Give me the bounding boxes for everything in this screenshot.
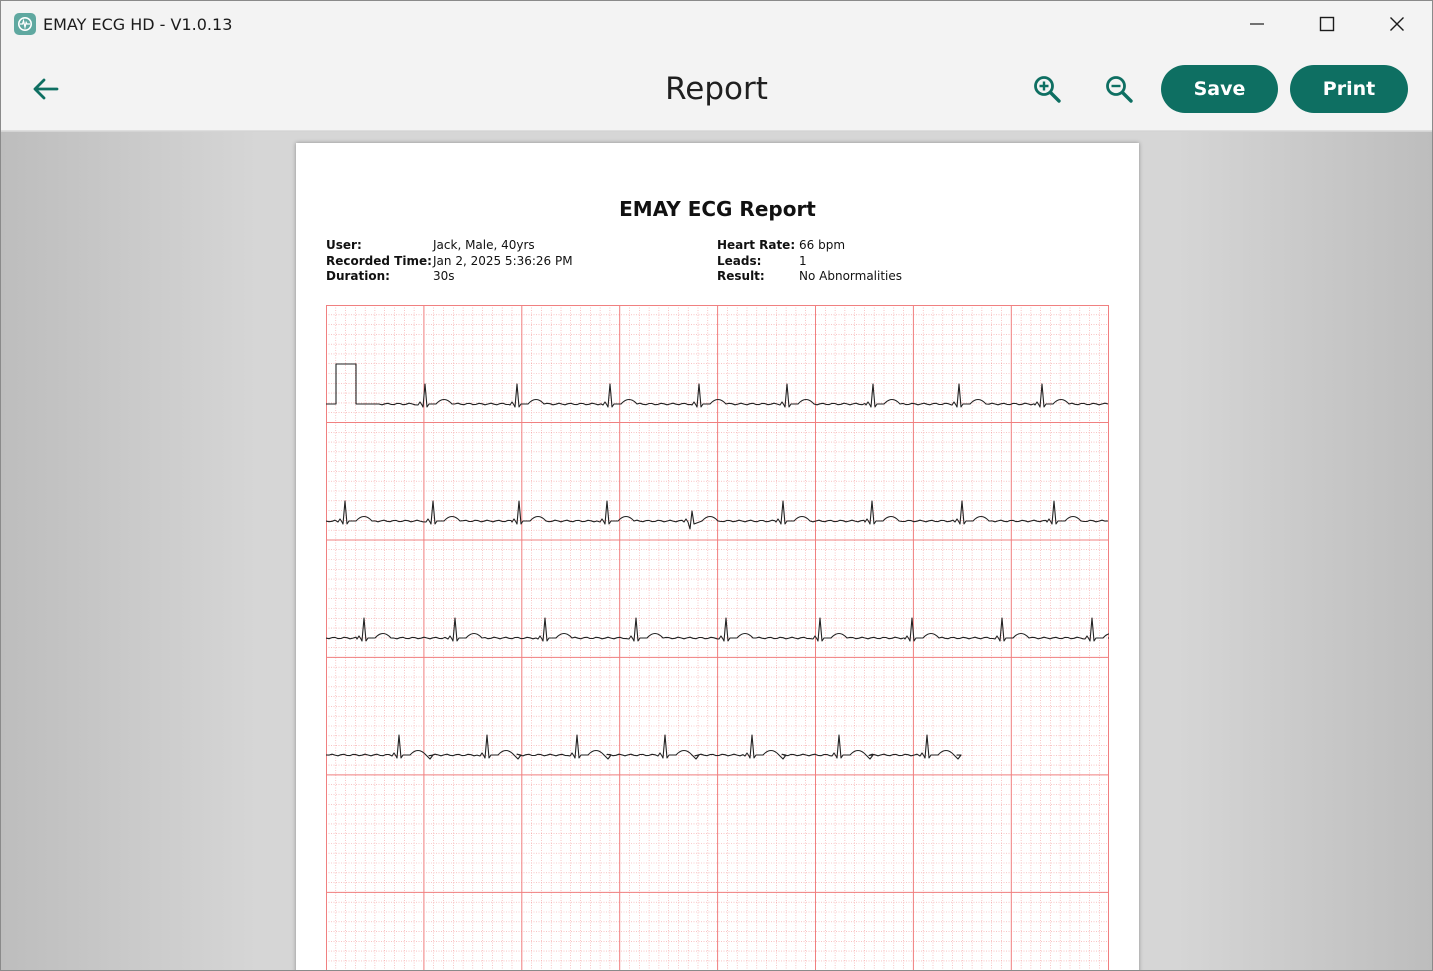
info-row-heart-rate: Heart Rate: 66 bpm [717, 238, 902, 254]
zoom-out-icon [1106, 76, 1133, 103]
info-value: No Abnormalities [799, 269, 903, 283]
info-value: 66 bpm [799, 238, 846, 252]
zoom-in-button[interactable] [1029, 71, 1065, 107]
info-row-result: Result: No Abnormalities [717, 269, 902, 285]
info-value: Jack, Male, 40yrs [433, 238, 535, 252]
info-label: User: [326, 238, 362, 252]
info-value: Jan 2, 2025 5:36:26 PM [433, 253, 573, 268]
info-row-duration: Duration: 30s [326, 269, 573, 285]
minimize-icon [1250, 23, 1264, 25]
info-label: Heart Rate: [717, 238, 796, 252]
info-row-leads: Leads: 1 [717, 254, 902, 270]
back-button[interactable] [27, 73, 63, 105]
app-logo-icon [14, 13, 36, 35]
arrow-left-icon [33, 78, 59, 100]
app-window: EMAY ECG HD - V1.0.13 Report Save Print [0, 0, 1433, 971]
patient-info: User: Jack, Male, 40yrs Recorded Time: J… [326, 238, 573, 285]
close-button[interactable] [1362, 1, 1432, 47]
info-row-user: User: Jack, Male, 40yrs [326, 238, 573, 254]
info-label: Duration: [326, 269, 390, 283]
report-viewer[interactable]: EMAY ECG Report User: Jack, Male, 40yrs … [1, 132, 1432, 970]
report-title: EMAY ECG Report [619, 197, 816, 221]
info-label: Leads: [717, 253, 762, 268]
maximize-button[interactable] [1292, 1, 1362, 47]
save-button[interactable]: Save [1161, 65, 1278, 113]
zoom-in-icon [1034, 76, 1061, 103]
minimize-button[interactable] [1222, 1, 1292, 47]
maximize-icon [1319, 16, 1335, 32]
info-row-recorded-time: Recorded Time: Jan 2, 2025 5:36:26 PM [326, 254, 573, 270]
close-icon [1390, 17, 1404, 31]
info-label: Result: [717, 269, 765, 283]
ecg-strip [326, 305, 1109, 970]
window-title: EMAY ECG HD - V1.0.13 [43, 14, 233, 34]
title-bar: EMAY ECG HD - V1.0.13 [1, 1, 1432, 47]
info-label: Recorded Time: [326, 253, 432, 268]
app-header: Report Save Print [1, 47, 1432, 131]
measurement-info: Heart Rate: 66 bpm Leads: 1 Result: No A… [717, 238, 902, 285]
info-value: 30s [433, 269, 455, 283]
print-button[interactable]: Print [1290, 65, 1408, 113]
report-page: EMAY ECG Report User: Jack, Male, 40yrs … [296, 143, 1139, 970]
info-value: 1 [799, 253, 807, 268]
zoom-out-button[interactable] [1101, 71, 1137, 107]
